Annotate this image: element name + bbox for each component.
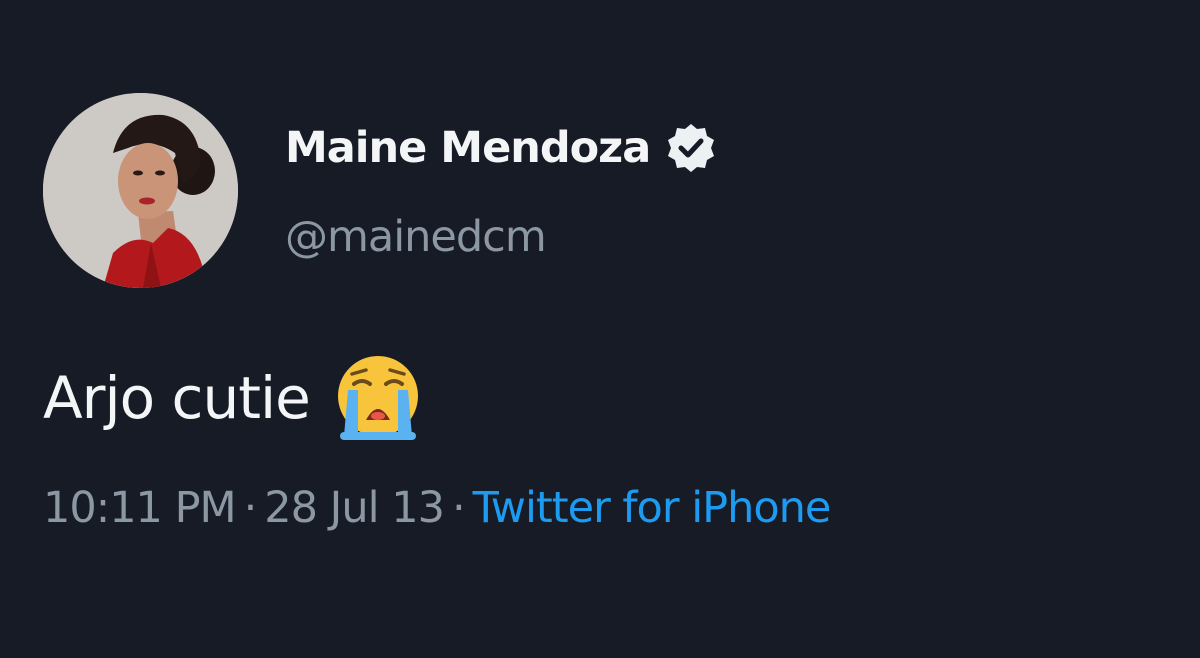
- tweet-date[interactable]: 28 Jul 13: [264, 483, 445, 533]
- tweet-body: Arjo cutie: [43, 350, 426, 446]
- tweet-text: Arjo cutie: [43, 364, 311, 432]
- tweet-source-link[interactable]: Twitter for iPhone: [473, 483, 832, 533]
- verified-badge-icon: [664, 121, 718, 175]
- name-row: Maine Mendoza: [285, 118, 718, 178]
- avatar[interactable]: [43, 93, 238, 288]
- meta-separator: ·: [451, 483, 466, 533]
- meta-separator: ·: [243, 483, 258, 533]
- profile-photo: [43, 93, 238, 288]
- user-handle[interactable]: @mainedcm: [285, 212, 547, 262]
- tweet-meta: 10:11 PM · 28 Jul 13 · Twitter for iPhon…: [43, 478, 832, 538]
- display-name[interactable]: Maine Mendoza: [285, 123, 651, 173]
- tweet-time[interactable]: 10:11 PM: [43, 483, 237, 533]
- tweet-card: Maine Mendoza @mainedcm Arjo cutie 10:11…: [0, 0, 1200, 658]
- loudly-crying-face-icon: [330, 350, 426, 446]
